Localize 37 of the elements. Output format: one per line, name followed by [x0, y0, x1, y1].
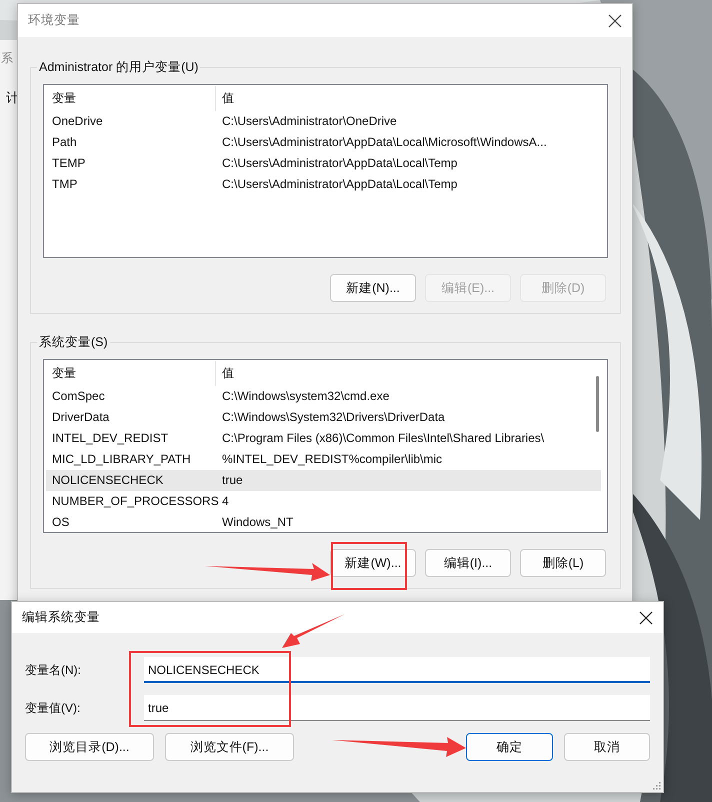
group-label: Administrator 的用户变量(U): [38, 59, 200, 76]
input-field[interactable]: NOLICENSECHECK: [144, 657, 650, 683]
column-header[interactable]: 变量: [46, 361, 216, 386]
dialog-button[interactable]: 删除(L): [520, 549, 606, 577]
list-row[interactable]: OneDrive C:\Users\Administrator\OneDrive: [46, 111, 601, 132]
list-row[interactable]: DriverData C:\Windows\System32\Drivers\DriverData: [46, 407, 601, 428]
dialog-button[interactable]: 浏览目录(D)...: [25, 733, 154, 761]
annotation-arrow: [282, 614, 345, 648]
window-title: 环境变量: [28, 12, 80, 29]
group-label: 系统变量(S): [38, 334, 109, 351]
window-title: 系: [1, 50, 13, 67]
scrollbar-thumb[interactable]: [596, 376, 599, 432]
list-row[interactable]: TMP C:\Users\Administrator\AppData\Local\Temp: [46, 174, 601, 195]
list-row[interactable]: TEMP C:\Users\Administrator\AppData\Local\Temp: [46, 153, 601, 174]
close-icon[interactable]: [639, 610, 653, 624]
list-row[interactable]: NUMBER_OF_PROCESSORS 4: [46, 491, 601, 512]
field-label: 变量值(V):: [25, 700, 82, 716]
close-icon[interactable]: [608, 14, 622, 28]
dialog-button[interactable]: 取消: [564, 733, 650, 761]
list-row[interactable]: NOLICENSECHECK true: [46, 470, 601, 491]
list-row[interactable]: INTEL_DEV_REDIST C:\Program Files (x86)\Common Files\Intel\Shared Libraries\: [46, 428, 601, 449]
input-field[interactable]: true: [144, 695, 650, 721]
dialog-button[interactable]: 确定: [466, 733, 553, 761]
dialog-button[interactable]: 新建(W)...: [330, 549, 416, 577]
dialog-button[interactable]: 浏览文件(F)...: [165, 733, 294, 761]
column-header[interactable]: 变量: [46, 86, 216, 111]
list-row[interactable]: Path C:\Users\Administrator\AppData\Local\Microsoft\WindowsA...: [46, 132, 601, 153]
list-row[interactable]: OS Windows_NT: [46, 512, 601, 532]
window-title: 编辑系统变量: [22, 609, 100, 626]
dialog-button[interactable]: 编辑(I)...: [425, 549, 511, 577]
list-row[interactable]: MIC_LD_LIBRARY_PATH %INTEL_DEV_REDIST%compiler\lib\mic: [46, 449, 601, 470]
column-header[interactable]: 值: [216, 86, 234, 111]
field-label: 变量名(N):: [25, 662, 82, 678]
dialog-button[interactable]: 新建(N)...: [330, 274, 416, 302]
column-header[interactable]: 值: [216, 361, 234, 386]
resize-grip-icon[interactable]: [652, 781, 661, 790]
list-row[interactable]: ComSpec C:\Windows\system32\cmd.exe: [46, 386, 601, 407]
